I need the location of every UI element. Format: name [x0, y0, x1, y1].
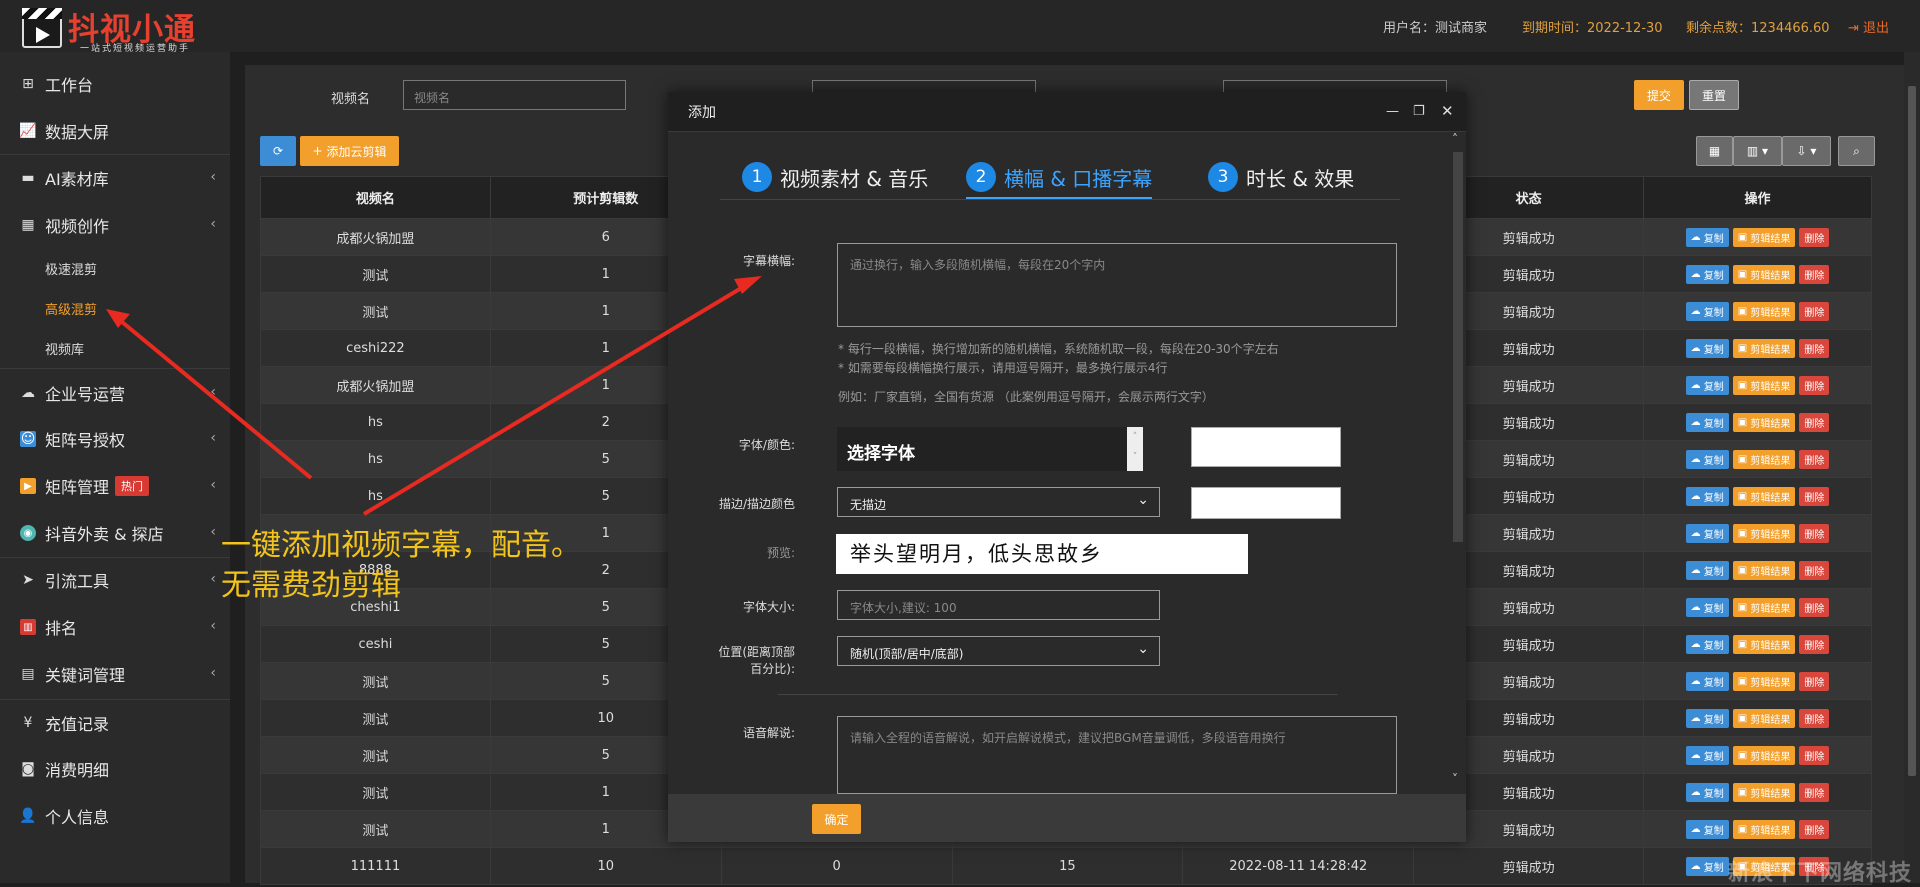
arrow-line	[114, 315, 313, 480]
watermark: 新浪下下网络科技	[1728, 861, 1913, 886]
annotation-arrows	[106, 276, 762, 516]
callout-line-2: 无需费劲剪辑	[221, 568, 401, 603]
arrow-line	[362, 282, 750, 516]
callout-line-1: 一键添加视频字幕，配音。	[221, 528, 581, 563]
